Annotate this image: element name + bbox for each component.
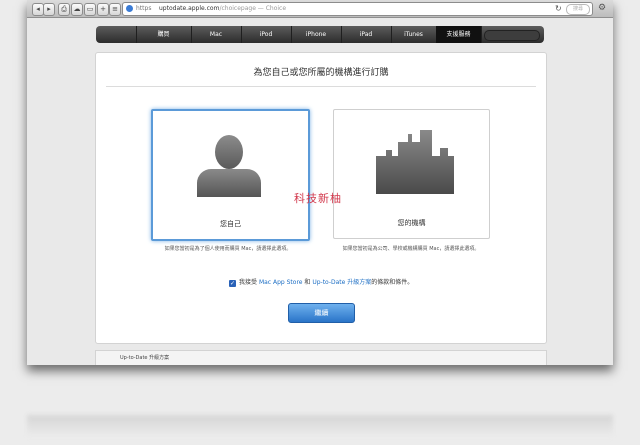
divider xyxy=(106,86,536,87)
person-icon xyxy=(215,135,243,169)
address-bar[interactable]: https uptodate.apple.com/choicepage — Ch… xyxy=(122,2,593,16)
nav-support[interactable]: 支援服務 xyxy=(436,26,482,43)
cloud-icon[interactable]: ☁ xyxy=(71,3,83,16)
reading-list-icon[interactable]: ≡ xyxy=(109,3,121,16)
reload-icon[interactable]: ↻ xyxy=(555,3,562,15)
page-title: 為您自己或您所屬的機構進行訂購 xyxy=(253,68,389,78)
nav-search-field[interactable] xyxy=(484,30,540,41)
add-tab-button[interactable]: + xyxy=(97,3,109,16)
apple-logo-icon[interactable] xyxy=(96,26,137,43)
footer-bar: Up-to-Date 升級方案 xyxy=(95,350,547,365)
nav-itunes[interactable]: iTunes xyxy=(391,26,437,43)
apple-nav-bar: 購買 Mac iPod iPhone iPad iTunes 支援服務 xyxy=(96,26,544,43)
terms-and: 和 xyxy=(304,279,311,286)
window-reflection xyxy=(27,415,613,437)
breadcrumb[interactable]: Up-to-Date 升級方案 xyxy=(120,351,169,365)
gear-icon[interactable]: ⚙ xyxy=(596,3,608,14)
url-path: /choicepage — Choice xyxy=(219,5,287,12)
nav-store[interactable]: 購買 xyxy=(136,26,192,43)
tabs-icon[interactable]: ▭ xyxy=(84,3,96,16)
watermark-text: 科技新柚 xyxy=(294,192,342,205)
share-icon[interactable]: ⎙ xyxy=(58,3,70,16)
url-text: uptodate.apple.com/choicepage — Choice xyxy=(159,3,286,15)
nav-iphone[interactable]: iPhone xyxy=(291,26,342,43)
terms-agreement: ✓ 我接受 Mac App Store 和 Up-to-Date 升級方案的條款和… xyxy=(229,277,413,287)
search-field[interactable]: 搜尋 xyxy=(566,4,590,15)
nav-ipad[interactable]: iPad xyxy=(341,26,392,43)
option-desc-individual: 如果您當初是為了個人使用而購買 Mac，請選擇此選項。 xyxy=(164,246,292,252)
person-body-icon xyxy=(197,169,261,197)
nav-ipod[interactable]: iPod xyxy=(241,26,292,43)
building-icon xyxy=(376,130,454,194)
nav-mac[interactable]: Mac xyxy=(191,26,242,43)
option-label-organization: 您的機構 xyxy=(397,219,426,227)
url-scheme: https xyxy=(136,5,152,12)
option-label-individual: 您自己 xyxy=(220,220,241,228)
forward-button[interactable]: ▸ xyxy=(43,3,55,16)
app-store-terms-link[interactable]: Mac App Store xyxy=(259,279,303,286)
terms-suffix: 的條款和條件。 xyxy=(371,279,414,286)
option-desc-organization: 如果您當初是為公司、學校或機構購買 Mac，請選擇此選項。 xyxy=(342,246,480,252)
browser-toolbar: ◂ ▸ ⎙ ☁ ▭ + ≡ https uptodate.apple.com/c… xyxy=(27,0,613,18)
continue-button[interactable]: 繼續 xyxy=(288,303,355,323)
browser-window: ◂ ▸ ⎙ ☁ ▭ + ≡ https uptodate.apple.com/c… xyxy=(27,0,613,365)
lock-icon xyxy=(126,5,133,12)
uptodate-terms-link[interactable]: Up-to-Date 升級方案 xyxy=(312,279,371,286)
option-card-organization[interactable]: 您的機構 xyxy=(333,109,490,239)
url-host: uptodate.apple.com xyxy=(159,5,220,12)
option-card-individual[interactable]: 您自己 xyxy=(151,109,310,241)
terms-checkbox[interactable]: ✓ xyxy=(229,280,236,287)
terms-prefix: 我接受 xyxy=(239,279,258,286)
